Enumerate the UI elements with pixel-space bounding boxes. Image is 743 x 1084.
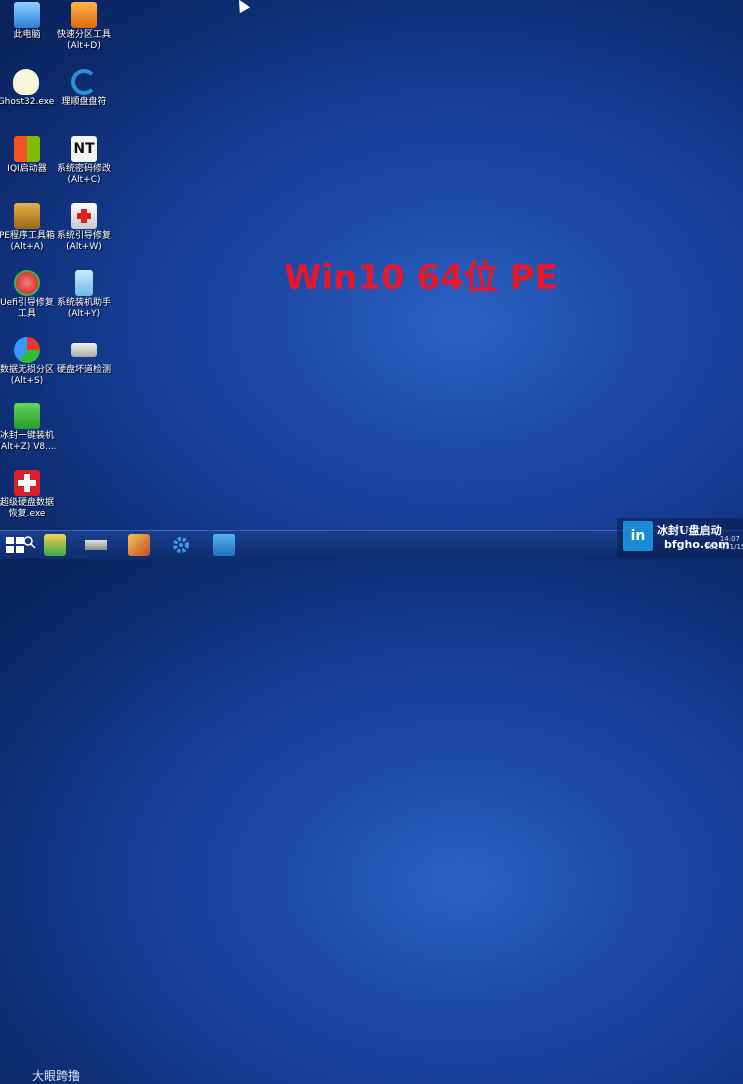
windows-launcher-icon bbox=[14, 136, 40, 162]
wallpaper-title: Win10 64位 PE bbox=[284, 258, 558, 298]
desktop-icon-ghost32[interactable]: Ghost32.exe bbox=[0, 69, 56, 108]
computer-icon bbox=[14, 2, 40, 28]
desktop-icon-iqi-launcher[interactable]: IQI启动器 bbox=[0, 136, 57, 175]
desktop-icon-data-recovery[interactable]: 超级硬盘数据 恢复.exe bbox=[0, 470, 57, 520]
desktop-icon-boot-repair[interactable]: 系统引导修复 (Alt+W) bbox=[54, 203, 114, 253]
install-assistant-icon bbox=[75, 270, 93, 296]
partition-tool-icon bbox=[71, 2, 97, 28]
uefi-repair-icon bbox=[14, 270, 40, 296]
lossless-partition-icon bbox=[14, 337, 40, 363]
desktop-icon-pe-toolbox[interactable]: PE程序工具箱 (Alt+A) bbox=[0, 203, 57, 253]
desktop-icon-one-key-install[interactable]: 冰封一键装机 (Alt+Z) V8.... bbox=[0, 403, 57, 453]
tool-icon[interactable] bbox=[213, 534, 235, 556]
password-nt-icon: NT bbox=[71, 136, 97, 162]
ghost-icon bbox=[13, 69, 39, 95]
boot-repair-icon bbox=[71, 203, 97, 229]
clock-time: 14:07 bbox=[719, 535, 740, 543]
desktop-icon-fix-drive-letters[interactable]: 理顺盘盘符 bbox=[54, 69, 114, 108]
desktop-icon-uefi-repair[interactable]: Uefi引导修复 工具 bbox=[0, 270, 57, 320]
clock-date: 2024/11/15 bbox=[705, 543, 743, 551]
settings-icon[interactable] bbox=[170, 534, 192, 556]
data-recovery-icon bbox=[14, 470, 40, 496]
one-key-install-icon bbox=[14, 403, 40, 429]
desktop-icon-install-assistant[interactable]: 系统装机助手 (Alt+Y) bbox=[54, 270, 114, 320]
app1-icon[interactable] bbox=[44, 534, 66, 556]
brand-logo-icon: in bbox=[623, 521, 653, 551]
toolbox-icon bbox=[14, 203, 40, 229]
search-icon[interactable] bbox=[22, 534, 44, 556]
desktop-icon-password-change[interactable]: NT 系统密码修改 (Alt+C) bbox=[54, 136, 114, 186]
search-text[interactable]: 大眼跨撸 bbox=[32, 1067, 80, 1084]
app3-icon[interactable] bbox=[128, 534, 150, 556]
desktop-icon-disk-check[interactable]: 硬盘坏道检测 bbox=[54, 337, 114, 376]
desktop-icon-quick-partition[interactable]: 快速分区工具 (Alt+D) bbox=[54, 2, 114, 52]
desktop-icon-lossless-partition[interactable]: 数据无损分区 (Alt+S) bbox=[0, 337, 57, 387]
refresh-drive-icon bbox=[71, 69, 97, 95]
desktop-icon-this-pc[interactable]: 此电脑 bbox=[0, 2, 57, 41]
app2-icon[interactable] bbox=[85, 540, 107, 550]
disk-check-icon bbox=[71, 343, 97, 357]
clock[interactable]: 14:07 2024/11/15 bbox=[705, 535, 743, 551]
